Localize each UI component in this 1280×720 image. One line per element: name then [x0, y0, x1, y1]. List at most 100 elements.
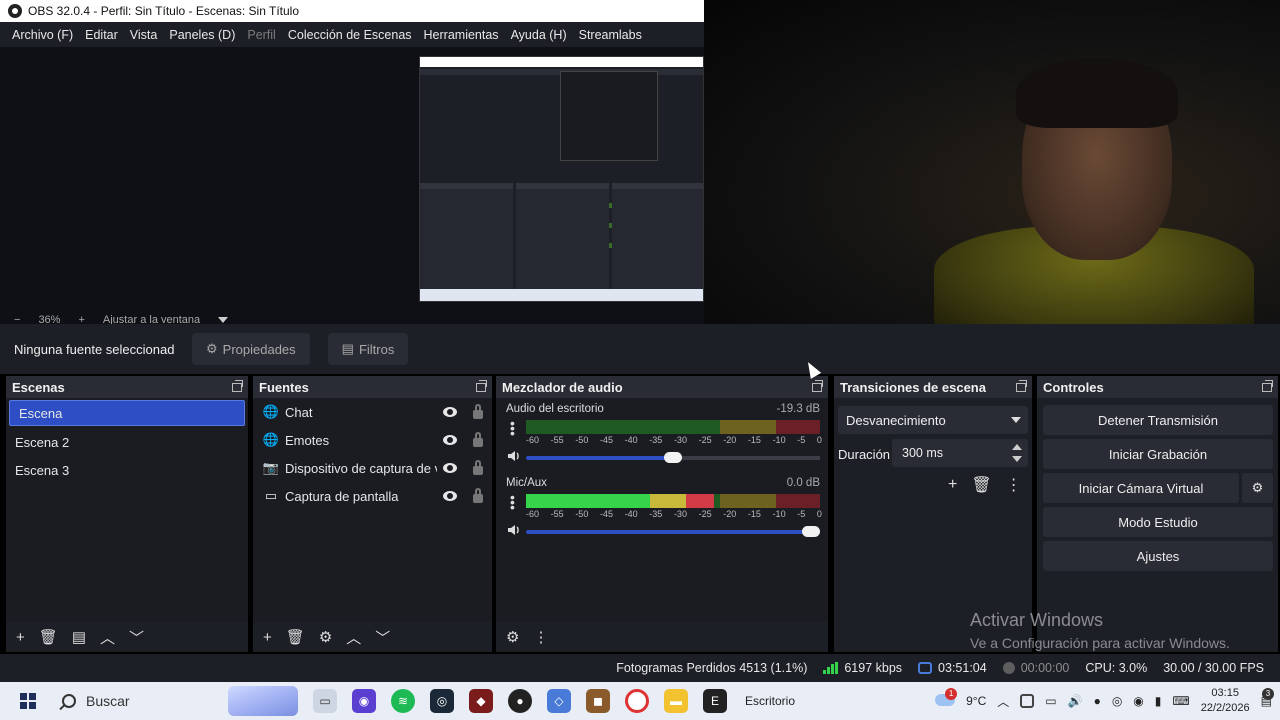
menu-editar[interactable]: Editar [79, 28, 124, 42]
track-db-readout: -19.3 dB [776, 403, 820, 415]
menu-herramientas[interactable]: Herramientas [418, 28, 505, 42]
sources-dock: Fuentes 🌐 Chat 🌐 Emotes 📷 Dispositivo de… [253, 376, 492, 652]
move-down-button[interactable]: ﹀ [129, 627, 144, 648]
advanced-audio-gear-icon[interactable]: ⚙ [506, 628, 519, 646]
move-down-button[interactable]: ﹀ [375, 627, 390, 648]
controls-title: Controles [1043, 379, 1104, 395]
spin-up-icon[interactable] [1012, 444, 1022, 450]
notifications-icon[interactable]: ▤ 3 [1261, 688, 1274, 708]
scene-item[interactable]: Escena [9, 400, 245, 426]
visibility-eye-icon[interactable] [443, 435, 457, 445]
tray-app-icon[interactable]: ● [1094, 694, 1101, 708]
start-recording-button[interactable]: Iniciar Grabación [1043, 439, 1273, 469]
chrome-icon[interactable] [625, 689, 649, 713]
stop-streaming-button[interactable]: Detener Transmisión [1043, 405, 1273, 435]
browser-icon: 🌐 [262, 404, 280, 419]
source-item[interactable]: 📷 Dispositivo de captura de video [253, 454, 492, 482]
add-transition-button[interactable]: + [948, 476, 957, 494]
properties-button[interactable]: ⚙ Propiedades [192, 333, 310, 365]
game-app-icon[interactable]: ◼ [586, 689, 610, 713]
meter-tick-label: -5 [797, 435, 806, 445]
monitor-icon: ▭ [264, 488, 278, 503]
steam-icon[interactable]: ◎ [430, 689, 454, 713]
trash-icon[interactable]: 🗑 [971, 475, 991, 495]
mixer-menu-dots-icon[interactable]: ⋮ [533, 628, 548, 646]
settings-button[interactable]: Ajustes [1043, 541, 1273, 571]
source-item[interactable]: ▭ Captura de pantalla [253, 482, 492, 510]
speaker-icon[interactable] [506, 448, 522, 464]
spotify-icon[interactable]: ≋ [391, 689, 415, 713]
lock-icon[interactable] [473, 431, 483, 447]
undock-icon[interactable] [1262, 379, 1273, 392]
scene-item[interactable]: Escena 2 [6, 428, 248, 456]
lock-icon[interactable] [473, 403, 483, 419]
menu-coleccion-escenas[interactable]: Colección de Escenas [282, 28, 418, 42]
recording-time: 00:00:00 [1002, 661, 1069, 675]
move-up-button[interactable]: ︿ [100, 627, 115, 648]
track-menu-dots-icon[interactable]: • • • [510, 490, 515, 514]
menu-archivo[interactable]: Archivo (F) [6, 28, 79, 42]
source-item[interactable]: 🌐 Emotes [253, 426, 492, 454]
filters-button[interactable]: ▤ Filtros [327, 333, 409, 365]
source-settings-gear-icon[interactable]: ⚙ [319, 628, 332, 646]
discord-icon[interactable]: ◉ [352, 689, 376, 713]
undock-icon[interactable] [1016, 379, 1027, 392]
menu-ayuda[interactable]: Ayuda (H) [505, 28, 573, 42]
obs-taskbar-icon[interactable]: ● [508, 689, 532, 713]
virtual-camera-gear-icon[interactable]: ⚙ [1242, 473, 1273, 503]
volume-slider-thumb[interactable] [802, 526, 820, 537]
meter-tick-label: -35 [649, 509, 663, 519]
track-menu-dots-icon[interactable]: • • • [510, 416, 515, 440]
add-scene-button[interactable]: + [16, 629, 25, 646]
speaker-icon[interactable] [506, 522, 522, 538]
undock-icon[interactable] [232, 379, 243, 392]
spin-down-icon[interactable] [1012, 456, 1022, 462]
visibility-eye-icon[interactable] [443, 491, 457, 501]
move-up-button[interactable]: ︿ [346, 627, 361, 648]
tray-app-icon[interactable]: ◎ [1112, 694, 1122, 708]
volume-slider[interactable] [526, 526, 820, 537]
menu-streamlabs[interactable]: Streamlabs [573, 28, 648, 42]
desktop-toolbar-label[interactable]: Escritorio [745, 694, 795, 708]
taskbar-search[interactable]: Buscar [62, 682, 298, 720]
lock-icon[interactable] [473, 487, 483, 503]
menu-paneles[interactable]: Paneles (D) [163, 28, 241, 42]
transition-menu-dots-icon[interactable]: ⋮ [1006, 475, 1022, 495]
volume-slider-thumb[interactable] [664, 452, 682, 463]
transition-select[interactable]: Desvanecimiento [838, 406, 1028, 434]
studio-mode-button[interactable]: Modo Estudio [1043, 507, 1273, 537]
clock[interactable]: 03:15 22/2/2026 [1201, 686, 1250, 716]
visibility-eye-icon[interactable] [443, 463, 457, 473]
steam-tray-icon[interactable]: ◉ [1133, 694, 1143, 708]
volume-icon[interactable]: 🔊 [1068, 694, 1083, 708]
zoom-dropdown-icon[interactable] [218, 317, 229, 323]
volume-slider[interactable] [526, 452, 820, 463]
file-explorer-icon[interactable]: ▬ [664, 689, 688, 713]
task-view-icon[interactable]: ▭ [313, 689, 337, 713]
scene-item[interactable]: Escena 3 [6, 456, 248, 484]
weather-widget[interactable]: 1 [935, 687, 958, 709]
trash-icon[interactable]: 🗑 [286, 628, 305, 646]
network-icon[interactable]: ▭ [1045, 694, 1056, 708]
trash-icon[interactable]: 🗑 [39, 628, 58, 646]
windows-start-icon[interactable] [20, 693, 36, 709]
undock-icon[interactable] [812, 379, 823, 392]
source-item[interactable]: 🌐 Chat [253, 398, 492, 426]
source-name: Emotes [285, 432, 330, 448]
meter-tick-label: -45 [599, 435, 613, 445]
keyboard-icon[interactable]: ⌨ [1172, 694, 1189, 708]
undock-icon[interactable] [476, 379, 487, 392]
start-virtual-camera-button[interactable]: Iniciar Cámara Virtual [1043, 473, 1239, 503]
lock-icon[interactable] [473, 459, 483, 475]
scene-filters-button[interactable]: ▤ [72, 628, 86, 646]
add-source-button[interactable]: + [263, 629, 272, 646]
epic-games-icon[interactable]: E [703, 689, 727, 713]
tray-app-icon[interactable] [1020, 694, 1035, 708]
visibility-eye-icon[interactable] [443, 407, 457, 417]
mic-icon[interactable]: ▮ [1155, 694, 1162, 708]
game-app-icon[interactable]: ◆ [469, 689, 493, 713]
duration-spinbox[interactable]: 300 ms [892, 439, 1028, 467]
menu-vista[interactable]: Vista [124, 28, 164, 42]
app-cube-icon[interactable]: ◇ [547, 689, 571, 713]
chevron-up-icon[interactable]: ︿ [997, 693, 1009, 710]
